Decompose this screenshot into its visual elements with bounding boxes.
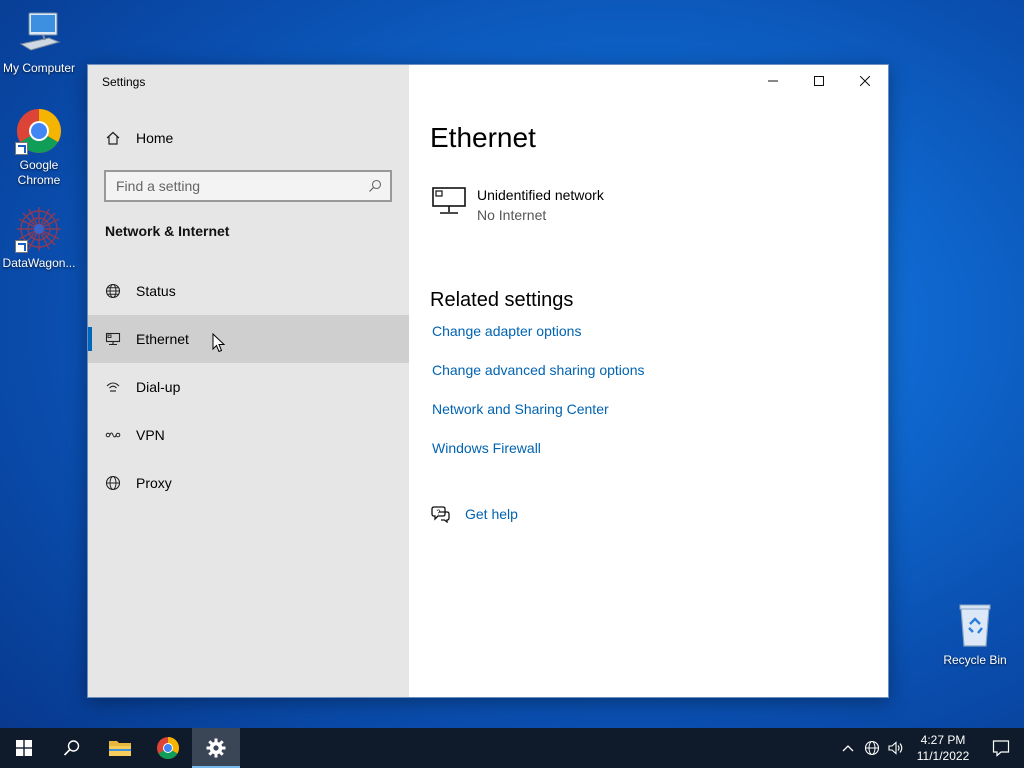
network-globe-icon [864, 740, 880, 756]
settings-window: Settings Home Network & Internet [87, 64, 889, 698]
network-sharing-center-link[interactable]: Network and Sharing Center [432, 401, 609, 417]
desktop-icon-google-chrome[interactable]: Google Chrome [0, 107, 78, 188]
desktop-icon-datawagon[interactable]: DataWagon... [0, 205, 78, 271]
home-nav-item[interactable]: Home [88, 123, 409, 153]
sidebar-item-vpn[interactable]: VPN [88, 411, 409, 459]
desktop-icon-label: My Computer [2, 61, 76, 75]
vpn-icon [105, 427, 121, 443]
sidebar-item-label: Status [136, 283, 176, 299]
get-help-icon: ? [431, 506, 450, 523]
taskbar-chrome[interactable] [144, 728, 192, 768]
computer-icon [15, 10, 63, 58]
start-button[interactable] [0, 728, 48, 768]
get-help-link[interactable]: Get help [465, 506, 518, 522]
sidebar-item-label: VPN [136, 427, 165, 443]
home-icon [106, 131, 120, 145]
show-hidden-icons-button[interactable] [836, 728, 860, 768]
volume-tray-button[interactable] [884, 728, 908, 768]
change-advanced-sharing-link[interactable]: Change advanced sharing options [432, 362, 645, 378]
search-icon [369, 179, 382, 192]
taskbar: 4:27 PM 11/1/2022 [0, 728, 1024, 768]
search-box[interactable] [104, 170, 392, 202]
desktop-icon-recycle-bin[interactable]: Recycle Bin [936, 602, 1014, 668]
windows-firewall-link[interactable]: Windows Firewall [432, 440, 541, 456]
settings-content: Ethernet Unidentified network No Interne… [409, 65, 888, 697]
page-title: Ethernet [430, 122, 536, 153]
related-settings-title: Related settings [430, 289, 574, 311]
chrome-icon [157, 737, 179, 759]
sidebar-item-status[interactable]: Status [88, 267, 409, 315]
taskbar-clock[interactable]: 4:27 PM 11/1/2022 [908, 732, 978, 764]
sidebar-item-proxy[interactable]: Proxy [88, 459, 409, 507]
get-help[interactable]: ? Get help [431, 505, 518, 523]
settings-sidebar: Settings Home Network & Internet [88, 65, 409, 697]
search-icon [63, 740, 80, 756]
taskbar-search-button[interactable] [48, 728, 96, 768]
network-status[interactable]: Unidentified network No Internet [431, 186, 604, 223]
chevron-up-icon [842, 745, 854, 752]
svg-text:?: ? [437, 510, 441, 517]
dialup-icon [105, 379, 121, 395]
recycle-bin-icon [951, 602, 999, 650]
desktop-icon-label: DataWagon... [2, 256, 76, 270]
ethernet-icon [105, 331, 121, 347]
sidebar-item-ethernet[interactable]: Ethernet [88, 315, 409, 363]
notification-icon [992, 740, 1010, 757]
chrome-icon [15, 107, 63, 155]
gear-icon [206, 738, 226, 758]
sidebar-item-dial-up[interactable]: Dial-up [88, 363, 409, 411]
clock-time: 4:27 PM [920, 733, 966, 747]
network-name: Unidentified network [477, 187, 604, 203]
shortcut-arrow-icon [15, 240, 28, 253]
sidebar-item-label: Ethernet [136, 331, 189, 347]
windows-logo-icon [16, 740, 32, 756]
desktop-icon-my-computer[interactable]: My Computer [0, 10, 78, 76]
section-title: Network & Internet [105, 223, 230, 239]
system-tray: 4:27 PM 11/1/2022 [836, 728, 1024, 768]
taskbar-settings[interactable] [192, 728, 240, 768]
search-input[interactable] [116, 178, 368, 194]
folder-icon [109, 741, 131, 756]
window-title: Settings [102, 75, 146, 89]
taskbar-file-explorer[interactable] [96, 728, 144, 768]
clock-date: 11/1/2022 [916, 749, 970, 763]
desktop-icon-label: Recycle Bin [943, 653, 1007, 667]
action-center-button[interactable] [978, 728, 1024, 768]
home-label: Home [136, 130, 174, 146]
sidebar-item-label: Proxy [136, 475, 172, 491]
globe-status-icon [105, 283, 121, 299]
datawagon-icon [15, 205, 63, 253]
globe-icon [105, 475, 121, 491]
desktop-icon-label: Google Chrome [17, 158, 61, 187]
shortcut-arrow-icon [15, 142, 28, 155]
ethernet-monitor-icon [431, 186, 467, 223]
speaker-icon [888, 741, 903, 755]
sidebar-item-label: Dial-up [136, 379, 181, 395]
network-connectivity: No Internet [477, 207, 547, 223]
change-adapter-options-link[interactable]: Change adapter options [432, 323, 581, 339]
mouse-cursor-icon [212, 333, 226, 353]
network-tray-button[interactable] [860, 728, 884, 768]
